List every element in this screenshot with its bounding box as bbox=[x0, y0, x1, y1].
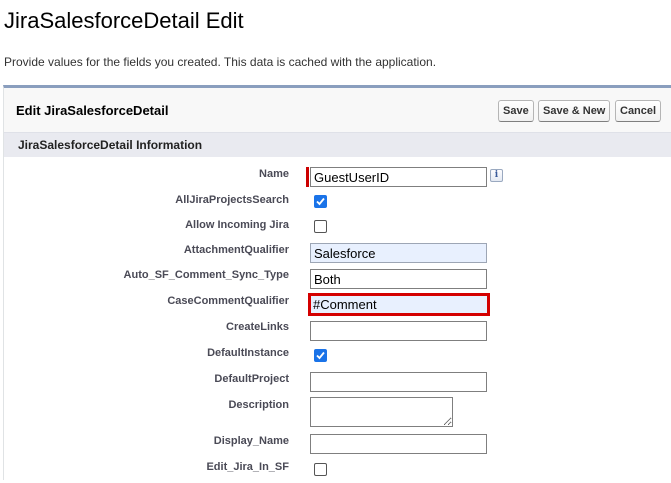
display-name-input[interactable] bbox=[310, 434, 487, 454]
all-jira-projects-search-label: AllJiraProjectsSearch bbox=[175, 194, 289, 206]
page-description: Provide values for the fields you create… bbox=[4, 55, 437, 69]
description-label: Description bbox=[228, 399, 289, 411]
attachment-qualifier-input[interactable] bbox=[310, 243, 487, 263]
default-instance-checkbox[interactable] bbox=[314, 349, 327, 362]
edit-jira-in-sf-label: Edit_Jira_In_SF bbox=[206, 461, 289, 473]
description-textarea[interactable] bbox=[310, 397, 453, 427]
allow-incoming-jira-checkbox[interactable] bbox=[314, 220, 327, 233]
default-instance-label: DefaultInstance bbox=[207, 347, 289, 359]
info-icon[interactable]: i bbox=[490, 169, 503, 182]
name-input[interactable] bbox=[310, 167, 487, 187]
name-label: Name bbox=[259, 168, 289, 180]
cancel-button[interactable]: Cancel bbox=[615, 100, 662, 122]
section-header: JiraSalesforceDetail Information bbox=[4, 132, 671, 157]
default-project-input[interactable] bbox=[310, 372, 487, 392]
edit-panel: Edit JiraSalesforceDetail Save Save & Ne… bbox=[3, 85, 671, 483]
attachment-qualifier-label: AttachmentQualifier bbox=[183, 244, 289, 256]
default-project-label: DefaultProject bbox=[214, 373, 289, 385]
all-jira-projects-search-checkbox[interactable] bbox=[314, 195, 327, 208]
create-links-label: CreateLinks bbox=[226, 321, 289, 333]
save-button[interactable]: Save bbox=[498, 100, 534, 122]
section-title: JiraSalesforceDetail Information bbox=[18, 138, 203, 152]
auto-sf-comment-sync-type-label: Auto_SF_Comment_Sync_Type bbox=[123, 269, 289, 281]
required-indicator bbox=[306, 167, 309, 187]
display-name-label: Display_Name bbox=[213, 435, 289, 447]
edit-jira-in-sf-checkbox[interactable] bbox=[314, 463, 327, 476]
allow-incoming-jira-label: Allow Incoming Jira bbox=[185, 219, 289, 231]
panel-title: Edit JiraSalesforceDetail bbox=[16, 103, 169, 118]
page-title: JiraSalesforceDetail Edit bbox=[4, 8, 244, 33]
auto-sf-comment-sync-type-input[interactable] bbox=[310, 269, 487, 289]
save-and-new-button[interactable]: Save & New bbox=[538, 100, 611, 122]
case-comment-qualifier-input[interactable] bbox=[308, 293, 490, 316]
case-comment-qualifier-label: CaseCommentQualifier bbox=[167, 295, 289, 307]
create-links-input[interactable] bbox=[310, 321, 487, 341]
